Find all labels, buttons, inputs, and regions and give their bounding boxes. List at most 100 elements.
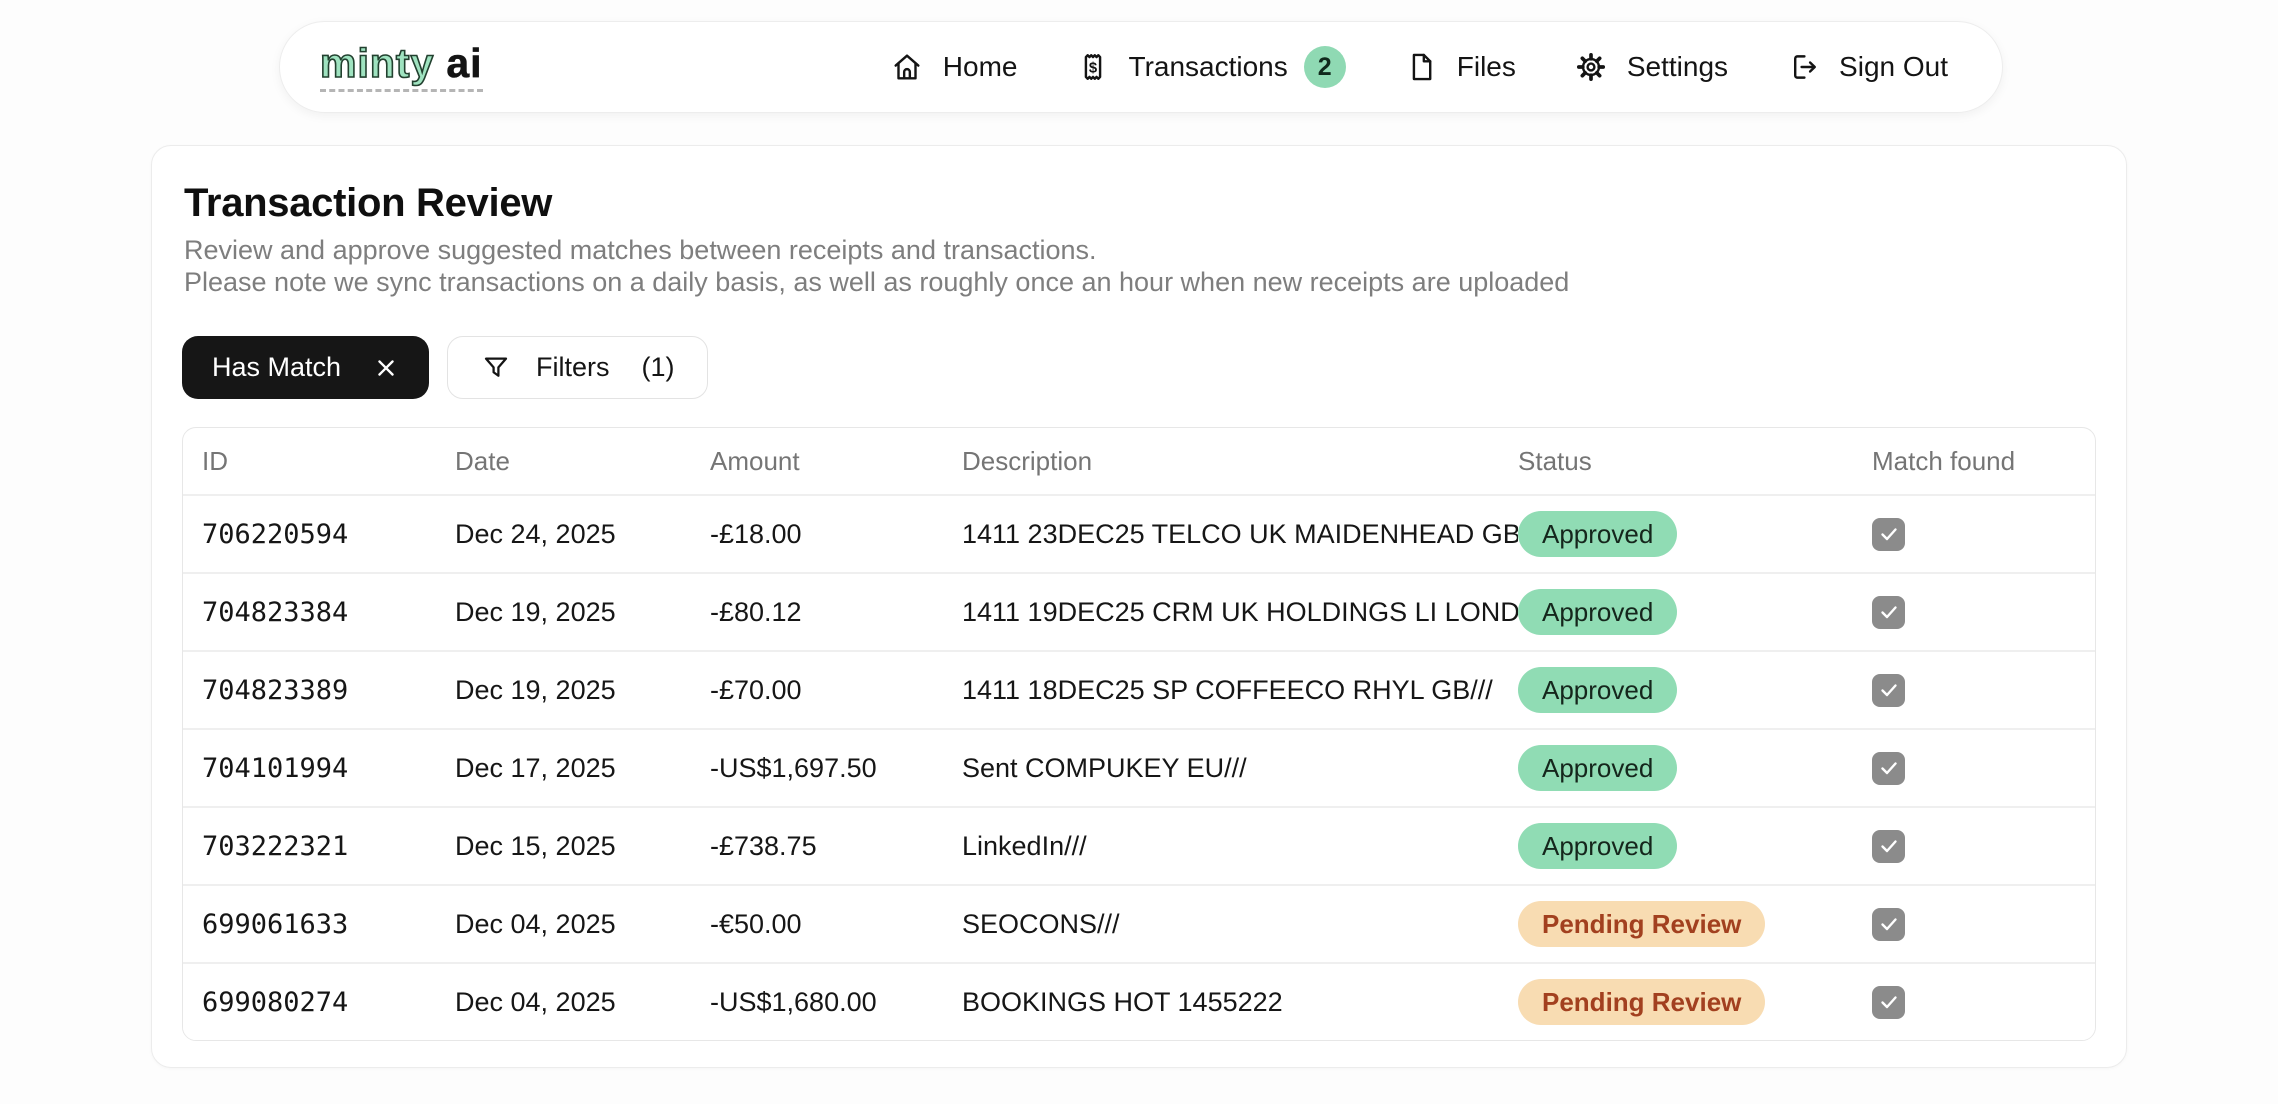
cell-id: 703222321	[202, 831, 455, 862]
table-row: 704823389Dec 19, 2025-£70.001411 18DEC25…	[183, 650, 2095, 728]
home-icon	[890, 50, 924, 84]
nav-item-label: Sign Out	[1839, 51, 1948, 83]
filters-button[interactable]: Filters (1)	[447, 336, 708, 399]
cell-date: Dec 19, 2025	[455, 597, 710, 628]
match-found-checkbox[interactable]	[1872, 596, 1905, 629]
table-row: 699080274Dec 04, 2025-US$1,680.00BOOKING…	[183, 962, 2095, 1040]
filters-button-label: Filters	[536, 352, 610, 383]
cell-amount: -US$1,680.00	[710, 987, 962, 1018]
match-found-checkbox[interactable]	[1872, 674, 1905, 707]
cell-date: Dec 15, 2025	[455, 831, 710, 862]
table-row: 699061633Dec 04, 2025-€50.00SEOCONS///Pe…	[183, 884, 2095, 962]
cell-date: Dec 24, 2025	[455, 519, 710, 550]
match-found-checkbox[interactable]	[1872, 518, 1905, 551]
cell-match-found	[1872, 596, 2095, 629]
nav-item-sign-out[interactable]: Sign Out	[1786, 50, 1948, 84]
cell-match-found	[1872, 986, 2095, 1019]
nav-item-label: Files	[1457, 51, 1516, 83]
cell-description: 1411 18DEC25 SP COFFEECO RHYL GB///	[962, 675, 1518, 706]
cell-amount: -€50.00	[710, 909, 962, 940]
cell-status: Approved	[1518, 511, 1872, 557]
cell-amount: -US$1,697.50	[710, 753, 962, 784]
status-badge: Approved	[1518, 667, 1677, 713]
filter-row: Has Match Filters (1)	[182, 336, 2096, 399]
match-found-checkbox[interactable]	[1872, 908, 1905, 941]
match-found-checkbox[interactable]	[1872, 986, 1905, 1019]
status-badge: Approved	[1518, 511, 1677, 557]
status-badge: Approved	[1518, 589, 1677, 635]
column-header-match-found: Match found	[1872, 446, 2095, 477]
column-header-status: Status	[1518, 446, 1872, 477]
cell-description: Sent COMPUKEY EU///	[962, 753, 1518, 784]
cell-status: Approved	[1518, 667, 1872, 713]
filters-count: (1)	[642, 352, 675, 383]
cell-match-found	[1872, 752, 2095, 785]
receipt-icon: $	[1076, 50, 1110, 84]
column-header-description: Description	[962, 446, 1518, 477]
transaction-review-card: Transaction Review Review and approve su…	[151, 145, 2127, 1068]
page-subtitle: Review and approve suggested matches bet…	[184, 234, 2096, 298]
status-badge: Pending Review	[1518, 901, 1765, 947]
table-row: 704101994Dec 17, 2025-US$1,697.50Sent CO…	[183, 728, 2095, 806]
cell-match-found	[1872, 674, 2095, 707]
cell-status: Approved	[1518, 745, 1872, 791]
table-row: 704823384Dec 19, 2025-£80.121411 19DEC25…	[183, 572, 2095, 650]
nav-item-settings[interactable]: Settings	[1574, 50, 1728, 84]
transactions-count-badge: 2	[1304, 46, 1346, 88]
status-badge: Approved	[1518, 823, 1677, 869]
subtitle-line-1: Review and approve suggested matches bet…	[184, 235, 1097, 265]
nav-item-transactions[interactable]: $ Transactions 2	[1076, 46, 1346, 88]
cell-amount: -£80.12	[710, 597, 962, 628]
nav-item-files[interactable]: Files	[1404, 50, 1516, 84]
match-found-checkbox[interactable]	[1872, 830, 1905, 863]
brand-logo-minty: minty	[320, 43, 434, 84]
subtitle-line-2: Please note we sync transactions on a da…	[184, 267, 1569, 297]
cell-description: BOOKINGS HOT 1455222	[962, 987, 1518, 1018]
nav-item-label: Settings	[1627, 51, 1728, 83]
status-badge: Pending Review	[1518, 979, 1765, 1025]
cell-match-found	[1872, 908, 2095, 941]
cell-description: 1411 23DEC25 TELCO UK MAIDENHEAD GB///	[962, 519, 1518, 550]
cell-amount: -£70.00	[710, 675, 962, 706]
sign-out-icon	[1786, 50, 1820, 84]
cell-amount: -£18.00	[710, 519, 962, 550]
table-header-row: IDDateAmountDescriptionStatusMatch found	[183, 428, 2095, 494]
cell-id: 699080274	[202, 987, 455, 1018]
gear-icon	[1574, 50, 1608, 84]
cell-description: 1411 19DEC25 CRM UK HOLDINGS LI LONDON…	[962, 597, 1518, 628]
match-found-checkbox[interactable]	[1872, 752, 1905, 785]
close-icon[interactable]	[373, 355, 399, 381]
cell-date: Dec 17, 2025	[455, 753, 710, 784]
file-icon	[1404, 50, 1438, 84]
cell-id: 704823389	[202, 675, 455, 706]
table-row: 703222321Dec 15, 2025-£738.75LinkedIn///…	[183, 806, 2095, 884]
cell-status: Approved	[1518, 589, 1872, 635]
cell-status: Pending Review	[1518, 901, 1872, 947]
top-nav: minty ai Home $ Transactions 2 Files Settings…	[279, 21, 2003, 113]
cell-description: LinkedIn///	[962, 831, 1518, 862]
brand-logo[interactable]: minty ai	[320, 43, 483, 92]
brand-logo-ai: ai	[446, 43, 482, 84]
column-header-id: ID	[202, 446, 455, 477]
status-badge: Approved	[1518, 745, 1677, 791]
cell-date: Dec 19, 2025	[455, 675, 710, 706]
cell-match-found	[1872, 518, 2095, 551]
cell-id: 699061633	[202, 909, 455, 940]
table-row: 706220594Dec 24, 2025-£18.001411 23DEC25…	[183, 494, 2095, 572]
has-match-chip-label: Has Match	[212, 352, 341, 383]
column-header-date: Date	[455, 446, 710, 477]
nav-item-label: Home	[943, 51, 1018, 83]
cell-date: Dec 04, 2025	[455, 987, 710, 1018]
table-body: 706220594Dec 24, 2025-£18.001411 23DEC25…	[183, 494, 2095, 1040]
cell-id: 706220594	[202, 519, 455, 550]
nav-item-home[interactable]: Home	[890, 50, 1018, 84]
nav-item-label: Transactions	[1129, 51, 1288, 83]
funnel-icon	[480, 352, 512, 384]
svg-text:$: $	[1088, 60, 1097, 76]
cell-id: 704823384	[202, 597, 455, 628]
page-title: Transaction Review	[184, 180, 2096, 226]
has-match-filter-chip[interactable]: Has Match	[182, 336, 429, 399]
cell-status: Approved	[1518, 823, 1872, 869]
cell-amount: -£738.75	[710, 831, 962, 862]
cell-match-found	[1872, 830, 2095, 863]
